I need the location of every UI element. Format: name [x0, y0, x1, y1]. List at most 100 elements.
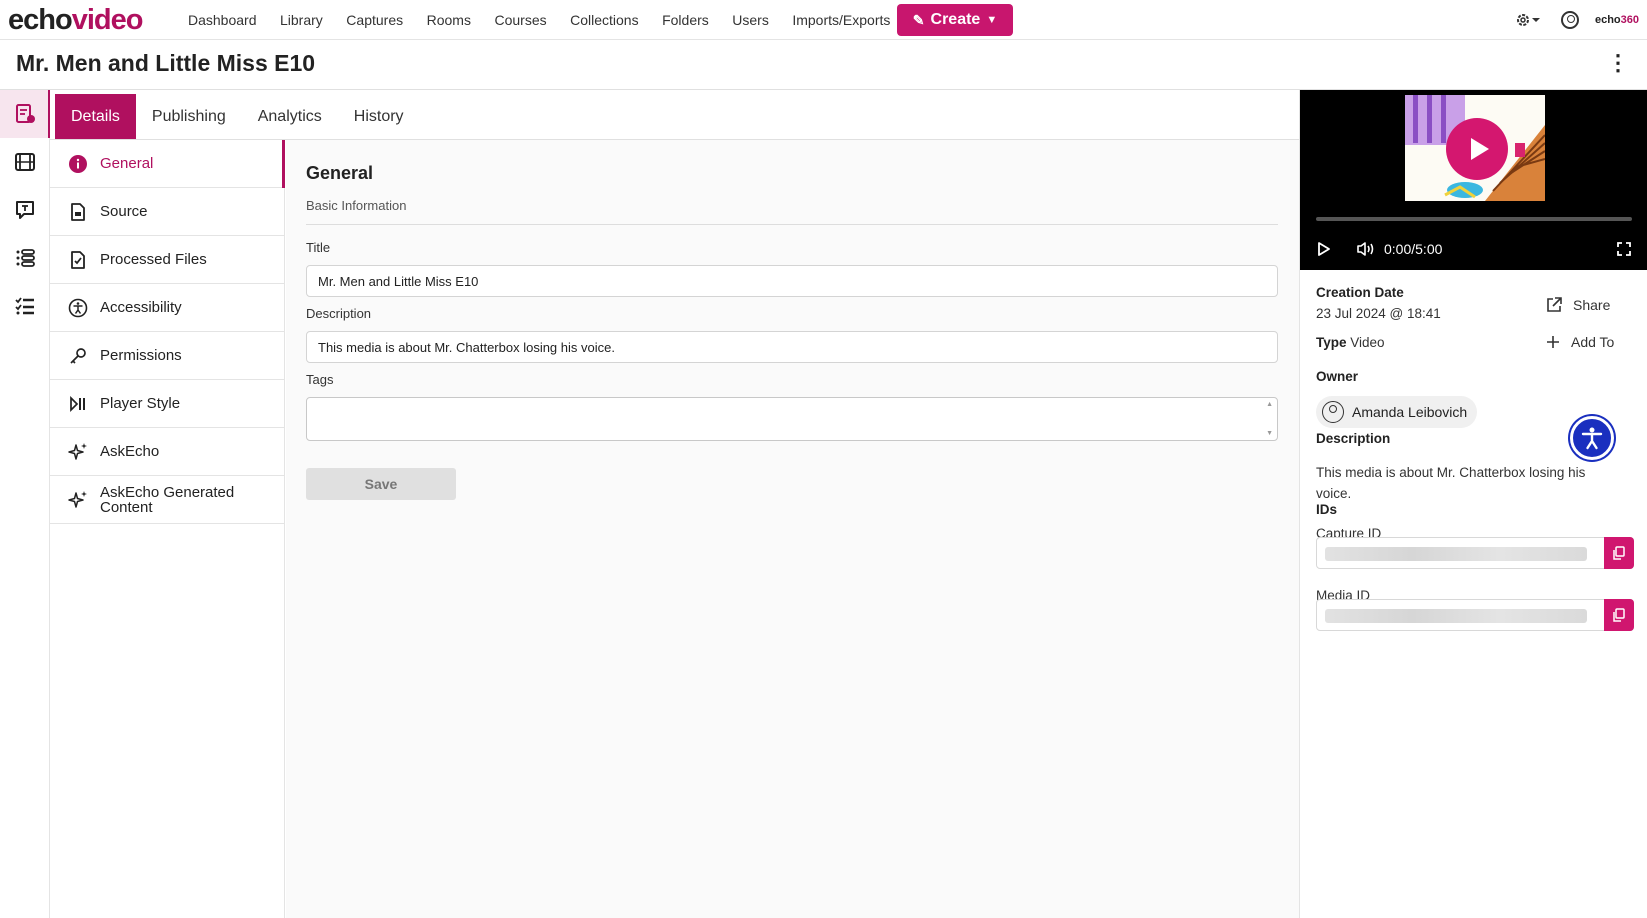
ids-label: IDs	[1316, 502, 1338, 517]
nav-imports-exports[interactable]: Imports/Exports	[792, 12, 890, 28]
redacted-value	[1325, 609, 1587, 623]
section-title: General	[306, 163, 374, 183]
submenu-general[interactable]: General	[50, 140, 285, 188]
checklist-icon	[15, 297, 34, 315]
top-navigation: echovideo Dashboard Library Captures Roo…	[0, 0, 1647, 40]
playback-progress-bar[interactable]	[1316, 217, 1632, 221]
title-label: Title	[306, 240, 331, 255]
description-label: Description	[1316, 431, 1391, 446]
settings-menu-button[interactable]	[1515, 8, 1545, 32]
nav-library[interactable]: Library	[280, 12, 323, 28]
nav-captures[interactable]: Captures	[346, 12, 403, 28]
volume-icon[interactable]	[1356, 241, 1376, 257]
more-options-icon[interactable]: ⋮	[1607, 52, 1629, 74]
media-info-panel: 0:00/5:00 Creation Date 23 Jul 2024 @ 18…	[1299, 90, 1647, 918]
left-icon-rail	[0, 90, 58, 918]
title-bar: Mr. Men and Little Miss E10 ⋮	[0, 40, 1647, 90]
owner-name: Amanda Leibovich	[1352, 404, 1468, 420]
top-right-controls: echo360	[1515, 8, 1639, 32]
media-id-field[interactable]	[1316, 599, 1634, 631]
description-label: Description	[306, 306, 372, 321]
owner-chip[interactable]: Amanda Leibovich	[1316, 396, 1478, 428]
nav-courses[interactable]: Courses	[494, 12, 546, 28]
play-icon[interactable]	[1316, 241, 1332, 257]
file-icon	[71, 202, 85, 221]
detail-tabs: Details Publishing Analytics History	[50, 90, 1299, 140]
rail-chapters[interactable]	[0, 234, 50, 282]
nav-folders[interactable]: Folders	[662, 12, 709, 28]
list-icon	[16, 249, 35, 267]
general-form: General Basic Information Title Mr. Men …	[286, 140, 1299, 918]
section-divider	[306, 224, 1278, 225]
video-player[interactable]: 0:00/5:00	[1300, 90, 1647, 270]
type-label: Type Video	[1316, 335, 1385, 350]
submenu-label: Processed Files	[100, 251, 207, 268]
user-profile-icon[interactable]	[1560, 11, 1579, 29]
owner-label: Owner	[1316, 369, 1359, 384]
nav-dashboard[interactable]: Dashboard	[188, 12, 257, 28]
title-field[interactable]: Mr. Men and Little Miss E10	[306, 265, 1278, 297]
submenu-askecho[interactable]: AskEcho	[50, 428, 284, 476]
submenu-label: AskEcho	[100, 443, 160, 460]
nav-users[interactable]: Users	[732, 12, 769, 28]
redacted-value	[1325, 547, 1587, 561]
sparkle-icon	[68, 490, 87, 508]
submenu-processed-files[interactable]: Processed Files	[50, 236, 284, 284]
rail-media[interactable]	[0, 138, 50, 186]
tags-label: Tags	[306, 372, 334, 387]
submenu-source[interactable]: Source	[50, 188, 284, 236]
echovideo-logo[interactable]: echovideo	[8, 3, 143, 37]
copy-icon	[1613, 546, 1625, 560]
plus-icon	[1547, 336, 1559, 348]
nav-collections[interactable]: Collections	[570, 12, 638, 28]
play-overlay-button[interactable]	[1446, 118, 1508, 180]
creation-date-label: Creation Date	[1316, 285, 1404, 300]
echo360-brand: echo360	[1594, 14, 1639, 26]
tab-publishing[interactable]: Publishing	[136, 94, 242, 139]
document-info-icon	[16, 104, 35, 123]
submenu-askecho-generated-content[interactable]: AskEcho Generated Content	[50, 476, 284, 524]
submenu-accessibility[interactable]: Accessibility	[50, 284, 284, 332]
save-button[interactable]: Save	[306, 468, 456, 500]
accessibility-icon	[68, 298, 88, 317]
submenu-player-style[interactable]: Player Style	[50, 380, 284, 428]
submenu-permissions[interactable]: Permissions	[50, 332, 284, 380]
nav-rooms[interactable]: Rooms	[427, 12, 471, 28]
scroll-down-icon[interactable]: ▼	[1266, 430, 1273, 437]
copy-media-id-button[interactable]	[1604, 599, 1634, 631]
tab-analytics[interactable]: Analytics	[242, 94, 338, 139]
rail-details[interactable]	[0, 90, 58, 138]
key-icon	[70, 347, 86, 364]
sparkle-icon	[68, 442, 87, 460]
share-button[interactable]: Share	[1545, 296, 1610, 314]
description-field[interactable]: This media is about Mr. Chatterbox losin…	[306, 331, 1278, 363]
create-button[interactable]: ✎ Create ▼	[897, 4, 1013, 36]
playback-time: 0:00/5:00	[1384, 241, 1443, 257]
main-nav: Dashboard Library Captures Rooms Courses…	[188, 0, 914, 40]
gear-icon	[1516, 14, 1529, 26]
copy-icon	[1613, 608, 1625, 622]
rail-transcript[interactable]	[0, 186, 50, 234]
rail-checklist[interactable]	[0, 282, 50, 330]
tab-details[interactable]: Details	[55, 94, 136, 139]
copy-capture-id-button[interactable]	[1604, 537, 1634, 569]
submenu-label: Source	[100, 203, 148, 220]
accessibility-widget-button[interactable]	[1570, 416, 1614, 460]
submenu-label: General	[100, 155, 154, 172]
film-icon	[15, 153, 35, 171]
text-bubble-icon	[16, 201, 34, 219]
avatar	[1322, 401, 1344, 423]
capture-id-field[interactable]	[1316, 537, 1634, 569]
scroll-up-icon[interactable]: ▲	[1266, 401, 1273, 408]
player-controls: 0:00/5:00	[1316, 238, 1632, 260]
add-to-button[interactable]: Add To	[1545, 334, 1614, 350]
submenu-label: Content	[100, 498, 153, 516]
submenu-label: Permissions	[100, 347, 182, 364]
accessibility-icon	[1581, 427, 1603, 450]
submenu-label: Accessibility	[100, 299, 182, 316]
chevron-down-icon: ▼	[986, 14, 998, 26]
fullscreen-icon[interactable]	[1616, 241, 1632, 257]
tags-field[interactable]: ▲ ▼	[306, 397, 1278, 441]
page-title: Mr. Men and Little Miss E10	[16, 50, 316, 76]
tab-history[interactable]: History	[338, 94, 420, 139]
